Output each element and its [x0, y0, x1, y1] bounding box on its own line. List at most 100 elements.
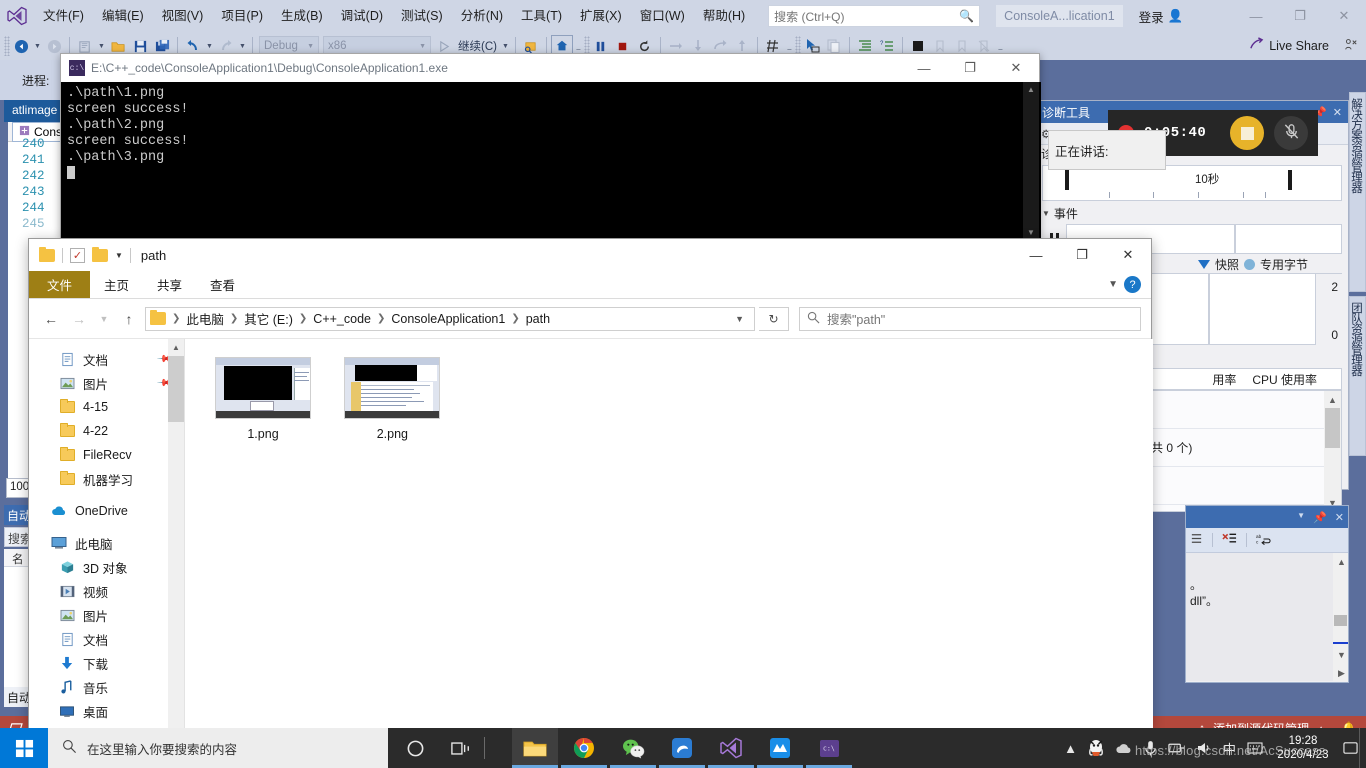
- nav-item-4-22[interactable]: 4-22: [29, 419, 184, 443]
- forward-button[interactable]: →: [67, 307, 91, 331]
- clear-output-icon[interactable]: [1222, 532, 1237, 549]
- ribbon-expand-icon[interactable]: ▼: [1108, 279, 1118, 290]
- scroll-down-icon[interactable]: ▼: [1333, 646, 1348, 663]
- scroll-up-icon[interactable]: ▲: [1023, 82, 1039, 96]
- output-scrollbar[interactable]: ▲ ▼ ▶: [1333, 553, 1348, 681]
- navigation-pane-scrollbar[interactable]: ▲: [168, 339, 184, 729]
- live-share-button[interactable]: Live Share: [1249, 37, 1366, 55]
- nav-item-filerecv[interactable]: FileRecv: [29, 443, 184, 467]
- cortana-icon[interactable]: [392, 728, 438, 768]
- menu-help[interactable]: 帮助(H): [694, 0, 754, 32]
- mute-microphone-button[interactable]: [1274, 116, 1308, 150]
- explorer-close-button[interactable]: ✕: [1105, 239, 1151, 271]
- file-item-2[interactable]: 2.png: [336, 357, 448, 441]
- nav-item-music[interactable]: 音乐: [29, 675, 184, 699]
- nav-item-machine-learning[interactable]: 机器学习: [29, 467, 184, 491]
- console-title-bar[interactable]: c:\ E:\C++_code\ConsoleApplication1\Debu…: [61, 54, 1039, 82]
- nav-item-pictures[interactable]: 图片: [29, 603, 184, 627]
- show-hidden-icons-icon[interactable]: ▲: [1064, 741, 1077, 756]
- diagnostic-list-scrollbar[interactable]: ▲ ▼: [1324, 391, 1341, 511]
- nav-item-documents[interactable]: 文档: [29, 627, 184, 651]
- tab-atlimage[interactable]: atlimage: [4, 100, 65, 122]
- column-cpu-usage[interactable]: CPU 使用率: [1252, 371, 1317, 388]
- breadcrumb[interactable]: ❯ 此电脑 ❯ 其它 (E:) ❯ C++_code ❯ ConsoleAppl…: [145, 307, 755, 331]
- scroll-down-icon[interactable]: ▼: [1023, 225, 1039, 239]
- nav-item-videos[interactable]: 视频: [29, 579, 184, 603]
- output-list-icon[interactable]: [1190, 532, 1203, 548]
- refresh-button[interactable]: ↻: [759, 307, 789, 331]
- breadcrumb-item-path[interactable]: path: [526, 312, 550, 326]
- nav-item-3d-objects[interactable]: 3D 对象: [29, 555, 184, 579]
- scroll-right-icon[interactable]: ▶: [1333, 664, 1348, 681]
- wechat-icon[interactable]: [610, 728, 656, 768]
- menu-build[interactable]: 生成(B): [272, 0, 332, 32]
- back-button[interactable]: ←: [39, 307, 63, 331]
- output-pin-icon[interactable]: 📌: [1313, 511, 1327, 524]
- word-wrap-icon[interactable]: abc: [1256, 532, 1271, 549]
- ribbon-tab-file[interactable]: 文件: [29, 271, 90, 298]
- rail-tab-solution-explorer[interactable]: 解决方案资源管理器: [1349, 92, 1366, 292]
- menu-window[interactable]: 窗口(W): [631, 0, 694, 32]
- onedrive-icon[interactable]: [1115, 742, 1133, 755]
- nav-item-downloads[interactable]: 下载: [29, 651, 184, 675]
- scrollbar-thumb[interactable]: [168, 356, 184, 422]
- menu-extensions[interactable]: 扩展(X): [571, 0, 631, 32]
- output-window-text[interactable]: 。 dll”。 ▲ ▼ ▶: [1186, 553, 1348, 681]
- ribbon-tab-view[interactable]: 查看: [196, 271, 249, 298]
- rail-tab-team-explorer[interactable]: 团队资源管理器: [1349, 296, 1366, 456]
- action-center-icon[interactable]: [1343, 741, 1358, 755]
- qq-icon[interactable]: [1088, 739, 1104, 757]
- breadcrumb-item-cpp-code[interactable]: C++_code: [313, 312, 371, 326]
- output-dropdown-icon[interactable]: ▼: [1297, 511, 1305, 524]
- console-maximize-button[interactable]: ❐: [947, 54, 993, 82]
- vs-quick-launch-search[interactable]: 搜索 (Ctrl+Q) 🔍: [768, 5, 980, 27]
- navigate-backward-dropdown-icon[interactable]: ▼: [32, 35, 43, 57]
- edge-icon[interactable]: [659, 728, 705, 768]
- menu-edit[interactable]: 编辑(E): [93, 0, 153, 32]
- explorer-minimize-button[interactable]: —: [1013, 239, 1059, 271]
- nav-item-desktop[interactable]: 桌面: [29, 699, 184, 723]
- nav-item-documents-quick[interactable]: 文档 📌: [29, 347, 184, 371]
- search-input[interactable]: 搜索"path": [799, 307, 1141, 331]
- chrome-icon[interactable]: [561, 728, 607, 768]
- nav-item-4-15[interactable]: 4-15: [29, 395, 184, 419]
- task-view-icon[interactable]: [438, 728, 484, 768]
- quick-access-dropdown-icon[interactable]: ▼: [115, 251, 123, 260]
- breadcrumb-dropdown-icon[interactable]: ▼: [729, 314, 750, 324]
- nav-item-onedrive[interactable]: OneDrive: [29, 499, 184, 523]
- menu-debug[interactable]: 调试(D): [332, 0, 392, 32]
- stop-recording-button[interactable]: [1230, 116, 1264, 150]
- menu-test[interactable]: 测试(S): [392, 0, 452, 32]
- nav-item-this-pc[interactable]: 此电脑: [29, 531, 184, 555]
- ribbon-tab-share[interactable]: 共享: [143, 271, 196, 298]
- file-explorer-title-bar[interactable]: ✓ ▼ path — ❐ ✕: [29, 239, 1151, 271]
- menu-file[interactable]: 文件(F): [34, 0, 93, 32]
- breadcrumb-item-project[interactable]: ConsoleApplication1: [391, 312, 505, 326]
- scroll-up-icon[interactable]: ▲: [1324, 391, 1341, 408]
- file-item-1[interactable]: 1.png: [207, 357, 319, 441]
- show-desktop-button[interactable]: [1359, 728, 1366, 768]
- events-lane-right[interactable]: [1235, 224, 1342, 254]
- vs-maximize-button[interactable]: ❐: [1278, 0, 1322, 32]
- ribbon-tab-home[interactable]: 主页: [90, 271, 143, 298]
- terminal-icon[interactable]: c:\: [806, 728, 852, 768]
- menu-view[interactable]: 视图(V): [153, 0, 213, 32]
- file-list-pane[interactable]: 1.png 2.png: [185, 339, 1153, 729]
- menu-project[interactable]: 项目(P): [212, 0, 272, 32]
- taskbar-search-input[interactable]: 在这里输入你要搜索的内容: [48, 728, 388, 768]
- up-button[interactable]: ↑: [117, 307, 141, 331]
- navigate-backward-icon[interactable]: [10, 35, 32, 57]
- sign-in-button[interactable]: 登录 👤: [1139, 7, 1184, 26]
- menu-tools[interactable]: 工具(T): [512, 0, 571, 32]
- console-close-button[interactable]: ✕: [993, 54, 1039, 82]
- properties-checkmark-icon[interactable]: ✓: [70, 248, 85, 263]
- start-button[interactable]: [0, 728, 48, 768]
- explorer-maximize-button[interactable]: ❐: [1059, 239, 1105, 271]
- events-section-header[interactable]: ▼ 事件: [1042, 205, 1342, 222]
- console-output-text[interactable]: .\path\1.png screen success! .\path\2.pn…: [61, 82, 1041, 239]
- continue-button-label[interactable]: 继续(C): [455, 38, 500, 54]
- console-minimize-button[interactable]: —: [901, 54, 947, 82]
- menu-analyze[interactable]: 分析(N): [452, 0, 512, 32]
- breadcrumb-item-drive[interactable]: 其它 (E:): [244, 309, 293, 328]
- column-memory-usage[interactable]: 用率: [1212, 371, 1236, 388]
